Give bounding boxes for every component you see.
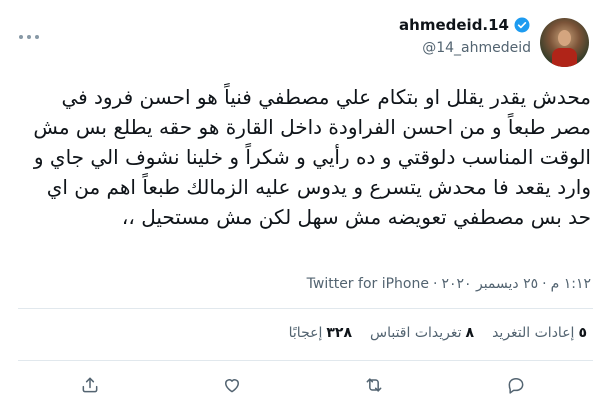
author-display-name[interactable]: ahmedeid.14 [399,16,531,34]
retweet-icon[interactable] [361,372,387,398]
quotes-count: ٨ [465,325,475,341]
display-name-text: ahmedeid.14 [399,16,509,34]
tweet-meta: ١:١٢ م · ٢٥ ديسمبر ٢٠٢٠ · Twitter for iP… [307,276,591,292]
retweets-label: إعادات التغريد [492,325,575,341]
avatar[interactable] [540,18,589,67]
more-options-icon[interactable] [18,26,40,45]
tweet-source[interactable]: Twitter for iPhone [307,276,429,292]
tweet-stats: ٥إعادات التغريد ٨تغريدات اقتباس ٣٢٨إعجاب… [289,325,587,341]
tweet-actions [0,372,611,398]
quotes-stat[interactable]: ٨تغريدات اقتباس [370,325,474,341]
heart-icon[interactable] [219,372,245,398]
divider-bottom [18,360,593,361]
likes-label: إعجابًا [288,325,323,341]
reply-icon[interactable] [503,372,529,398]
retweets-stat[interactable]: ٥إعادات التغريد [492,325,587,341]
tweet-text: محدش يقدر يقلل او بتكام علي مصطفي فنياً … [33,85,591,229]
author-handle[interactable]: @14_ahmedeid [422,40,531,56]
retweets-count: ٥ [578,325,587,341]
verified-badge-icon [514,17,530,33]
avatar-shirt-shape [552,48,577,67]
meta-separator: · [542,276,547,292]
meta-separator-2: · [432,276,438,292]
avatar-head-shape [558,30,571,46]
share-icon[interactable] [77,372,103,398]
tweet-date[interactable]: ٢٥ ديسمبر ٢٠٢٠ [441,276,538,292]
likes-count: ٣٢٨ [326,325,352,341]
quotes-label: تغريدات اقتباس [370,325,462,341]
divider-top [18,308,593,309]
tweet-time[interactable]: ١:١٢ م [551,276,591,292]
likes-stat[interactable]: ٣٢٨إعجابًا [289,325,352,341]
